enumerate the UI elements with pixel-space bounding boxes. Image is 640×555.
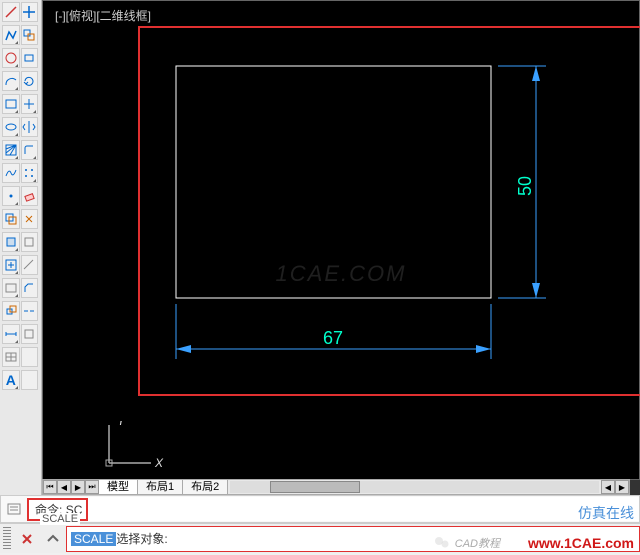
erase-tool[interactable] [21,186,39,206]
mirror-tool[interactable] [21,117,39,137]
command-history: 命令: SC [27,497,639,521]
explode-tool[interactable] [21,209,39,229]
misc-tool-4[interactable] [21,347,39,367]
draw-modify-toolbar: A [0,0,42,495]
branding-url: www.1CAE.com [528,535,634,551]
tab-last-button[interactable]: ⏭ [85,480,99,494]
dimension-height: 50 [515,176,535,196]
prompt-command-highlight: SCALE [71,532,116,546]
ellipse-tool[interactable] [2,117,20,137]
fillet-tool[interactable] [21,140,39,160]
tab-prev-button[interactable]: ◀ [57,480,71,494]
insert-block-tool[interactable] [2,232,20,252]
hscroll-left-button[interactable]: ◀ [601,480,615,494]
copy-tool[interactable] [21,25,39,45]
line-tool[interactable] [2,2,20,22]
misc-tool-3[interactable] [21,324,39,344]
branding-small: CAD教程 [455,535,500,551]
misc-tool-2[interactable] [21,255,39,275]
dimension-width: 67 [323,328,343,348]
cmd-options-icon[interactable] [44,530,62,548]
circle-tool[interactable] [2,48,20,68]
break-tool[interactable] [21,301,39,321]
spline-tool[interactable] [2,163,20,183]
wechat-icon [434,535,450,551]
tab-first-button[interactable]: ⏮ [43,480,57,494]
hatch-tool[interactable] [2,140,20,160]
scale-tool[interactable] [2,301,20,321]
distance-tool[interactable] [2,324,20,344]
hscroll-thumb[interactable] [270,481,360,493]
command-drag-handle[interactable] [3,527,11,551]
arc-tool[interactable] [2,71,20,91]
tab-model[interactable]: 模型 [99,480,138,494]
branding-name: 仿真在线 [578,503,634,523]
misc-tool-5[interactable] [21,370,39,390]
offset-tool[interactable] [2,209,20,229]
make-block-tool[interactable] [2,255,20,275]
hscroll-track[interactable] [230,481,599,493]
model-space-viewport[interactable]: [-][俯视][二维线框] 67 50 1CAE.COM X Y [42,0,640,480]
misc-tool-1[interactable] [21,232,39,252]
drawing-canvas: 67 50 [43,1,639,479]
rotate-tool[interactable] [21,71,39,91]
tab-next-button[interactable]: ▶ [71,480,85,494]
command-resolved-text: SCALE [40,513,80,525]
hscroll-right-button[interactable]: ▶ [615,480,629,494]
tab-layout1[interactable]: 布局1 [138,480,183,494]
cmd-history-icon[interactable] [5,500,23,518]
point-tool[interactable] [2,186,20,206]
cmd-close-icon[interactable] [18,530,36,548]
stretch-tool[interactable] [21,48,39,68]
chamfer-tool[interactable] [21,278,39,298]
move-tool[interactable] [21,2,39,22]
text-tool[interactable]: A [2,370,20,390]
layout-tab-strip: ⏮ ◀ ▶ ⏭ 模型 布局1 布局2 ◀ ▶ [42,479,630,495]
prompt-tail-text: 选择对象: [116,530,167,547]
region-tool[interactable] [2,278,20,298]
trim-tool[interactable] [21,94,39,114]
polyline-tool[interactable] [2,25,20,45]
tab-layout2[interactable]: 布局2 [183,480,228,494]
array-tool[interactable] [21,163,39,183]
table-tool[interactable] [2,347,20,367]
rectangle-tool[interactable] [2,94,20,114]
